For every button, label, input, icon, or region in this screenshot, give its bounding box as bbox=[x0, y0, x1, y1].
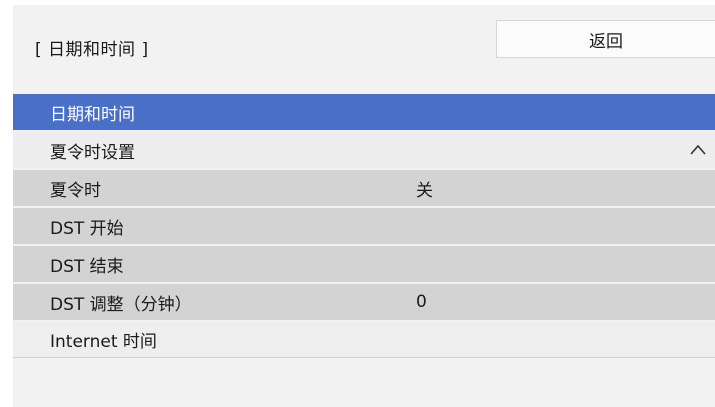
menu-item-dst-adjust[interactable]: DST 调整（分钟） 0 bbox=[13, 284, 715, 320]
menu-item-label: Internet 时间 bbox=[50, 332, 157, 352]
header: [ 日期和时间 ] 返回 bbox=[13, 5, 715, 91]
chevron-up-icon[interactable] bbox=[689, 141, 707, 159]
menu-item-date-time[interactable]: 日期和时间 bbox=[13, 94, 715, 130]
settings-panel: [ 日期和时间 ] 返回 日期和时间 夏令时设置 夏令时 关 DST 开始 DS… bbox=[13, 5, 715, 407]
menu-item-label: 夏令时设置 bbox=[50, 142, 135, 163]
back-button[interactable]: 返回 bbox=[496, 20, 715, 58]
menu-item-label: DST 调整（分钟） bbox=[50, 294, 192, 315]
menu-item-label: 日期和时间 bbox=[50, 104, 135, 125]
menu-item-value: 0 bbox=[416, 292, 427, 312]
menu-item-label: DST 开始 bbox=[50, 218, 124, 239]
menu-list: 日期和时间 夏令时设置 夏令时 关 DST 开始 DST 结束 DST 调整（分… bbox=[13, 94, 715, 358]
menu-item-value: 关 bbox=[416, 180, 433, 201]
menu-item-label: 夏令时 bbox=[50, 180, 101, 201]
menu-item-dst-settings[interactable]: 夏令时设置 bbox=[13, 132, 715, 168]
menu-item-internet-time[interactable]: Internet 时间 bbox=[13, 322, 715, 358]
menu-item-dst[interactable]: 夏令时 关 bbox=[13, 170, 715, 206]
menu-item-label: DST 结束 bbox=[50, 256, 124, 277]
menu-item-dst-end[interactable]: DST 结束 bbox=[13, 246, 715, 282]
menu-item-dst-start[interactable]: DST 开始 bbox=[13, 208, 715, 244]
page-title: [ 日期和时间 ] bbox=[35, 40, 149, 60]
